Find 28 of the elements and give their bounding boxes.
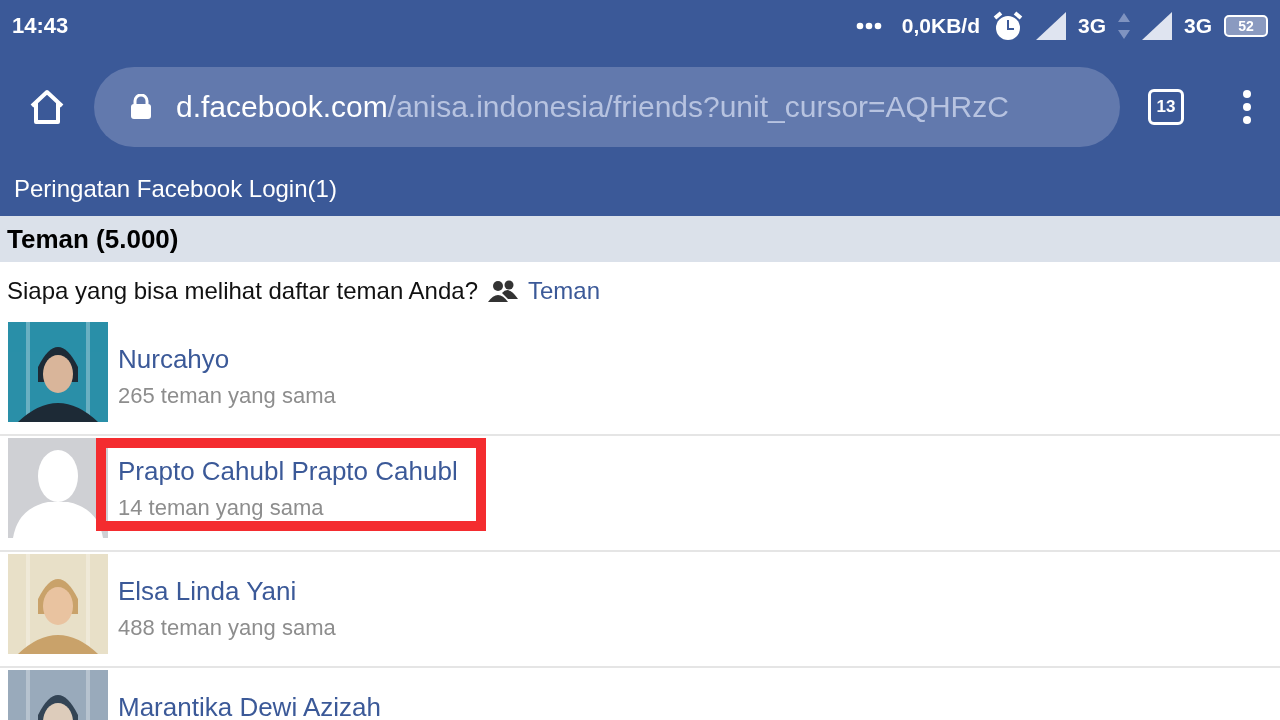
address-bar[interactable]: d.facebook.com/anisa.indonesia/friends?unit_cursor=AQHRzC (94, 67, 1120, 147)
battery-percent: 52 (1238, 18, 1254, 34)
menu-icon[interactable] (1242, 90, 1252, 124)
friend-name-link[interactable]: Prapto Cahubl Prapto Cahubl (118, 456, 458, 487)
people-icon (488, 280, 518, 302)
friend-name-link[interactable]: Marantika Dewi Azizah (118, 692, 381, 720)
home-icon[interactable] (28, 89, 66, 125)
mutual-friends-count: 265 teman yang sama (118, 383, 336, 409)
audience-link[interactable]: Teman (528, 277, 601, 305)
tab-count-button[interactable]: 13 (1148, 89, 1184, 125)
clock-time: 14:43 (12, 13, 69, 39)
signal-icon (1142, 12, 1172, 40)
mutual-friends-count: 14 teman yang sama (118, 495, 325, 521)
friend-name-link[interactable]: Elsa Linda Yani (118, 576, 336, 607)
mutual-friends-count: 488 teman yang sama (118, 615, 336, 641)
data-rate: 0,0KB/d (901, 14, 980, 38)
more-dots-icon (855, 22, 882, 30)
notice-link[interactable]: Peringatan Facebook Login(1) (14, 175, 337, 203)
network-type: 3G (1077, 14, 1106, 38)
privacy-question: Siapa yang bisa melihat daftar teman Anda? (7, 277, 478, 305)
signal-icon (1035, 12, 1066, 40)
network-type: 3G (1184, 14, 1212, 38)
friend-name-link[interactable]: Nurcahyo (118, 344, 336, 375)
url-text: d.facebook.com/anisa.indonesia/friends?unit_cursor=AQHRzC (176, 90, 1009, 124)
default-avatar-icon[interactable] (8, 438, 108, 538)
lock-icon (130, 94, 152, 120)
alarm-clock-icon (991, 10, 1024, 42)
section-title: Teman (5.000) (7, 223, 179, 255)
